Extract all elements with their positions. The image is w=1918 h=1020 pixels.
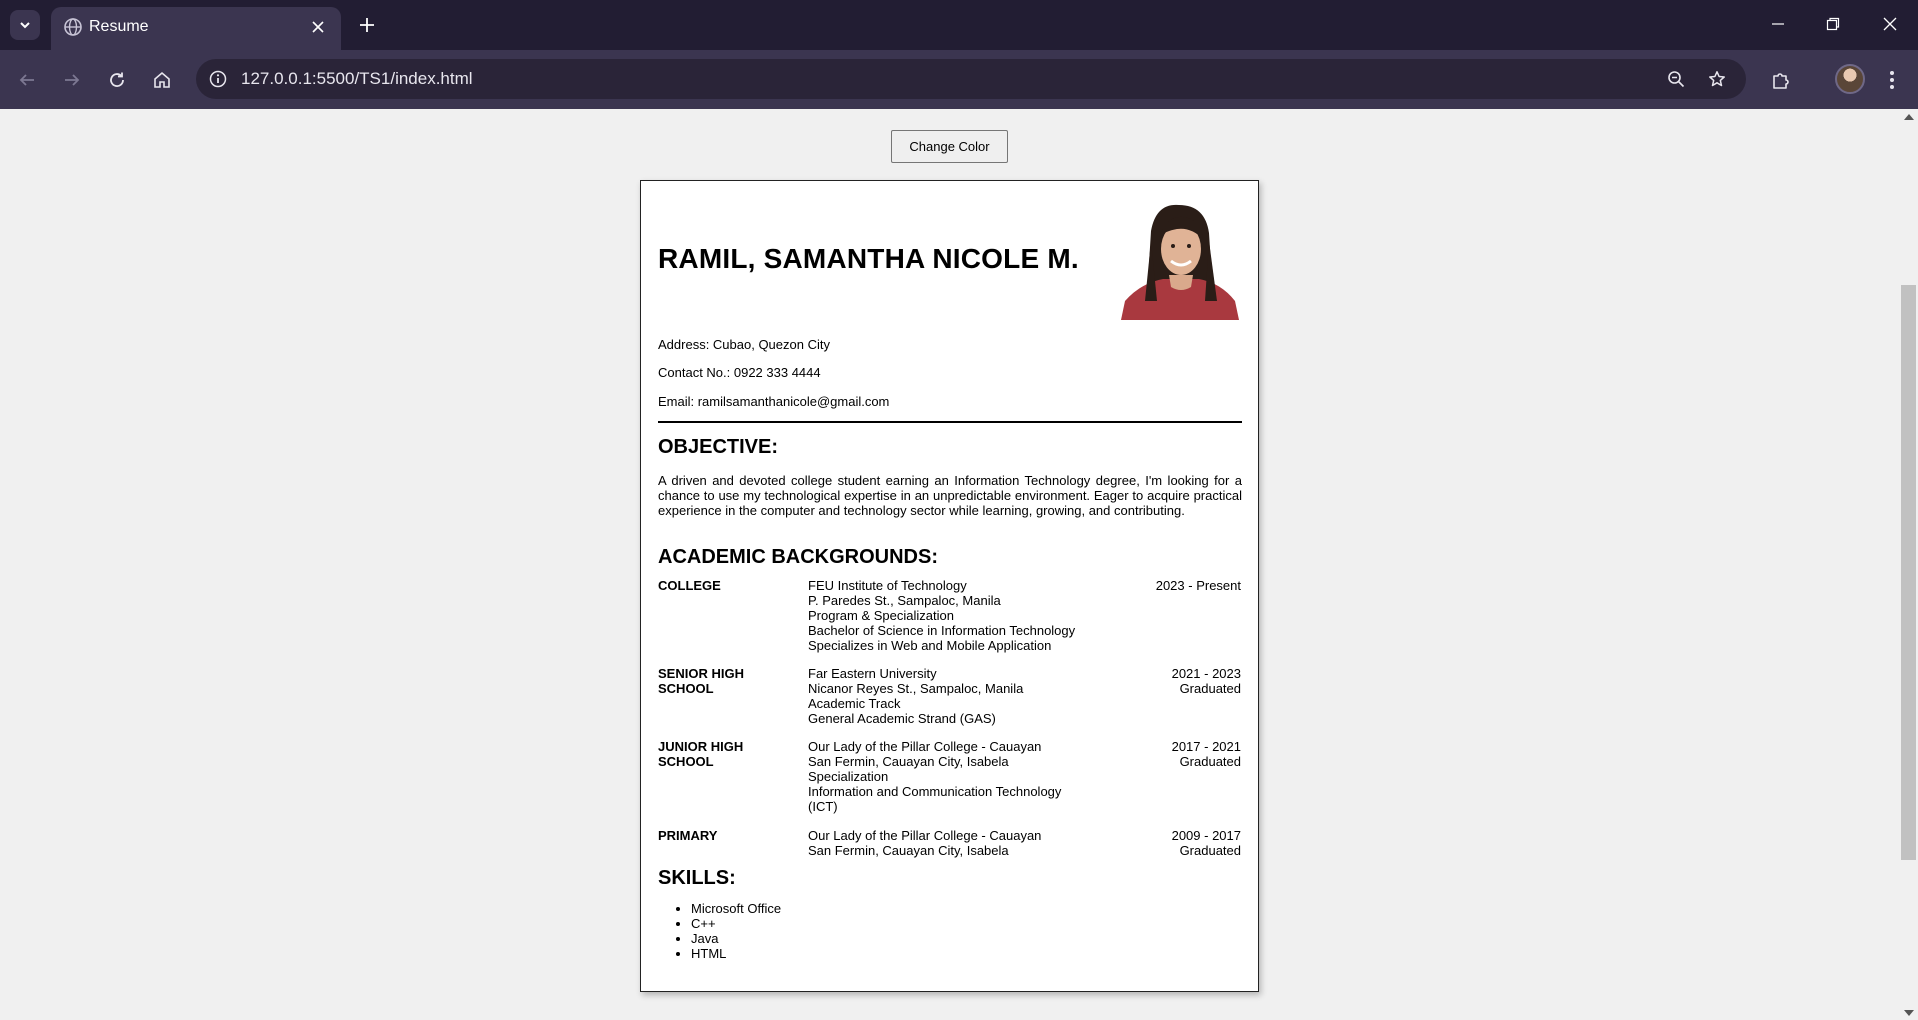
home-icon <box>154 71 170 88</box>
education-date-line: 2021 - 2023 <box>1171 666 1241 681</box>
scroll-down-arrow[interactable] <box>1904 1010 1914 1016</box>
skills-list: Microsoft Office C++ Java HTML <box>691 901 781 961</box>
education-date: 2017 - 2021 Graduated <box>1172 739 1241 769</box>
education-detail-line: P. Paredes St., Sampaloc, Manila <box>808 593 1001 608</box>
education-details: Our Lady of the Pillar College - Cauayan… <box>808 739 1078 814</box>
education-date: 2009 - 2017 Graduated <box>1172 828 1241 858</box>
education-date: 2021 - 2023 Graduated <box>1172 666 1241 696</box>
arrow-left-icon <box>19 74 34 86</box>
education-date-line: 2009 - 2017 <box>1171 828 1241 843</box>
zoom-out-icon[interactable] <box>1664 67 1688 91</box>
education-detail-line: Nicanor Reyes St., Sampaloc, Manila <box>808 681 1024 696</box>
address-bar[interactable]: 127.0.0.1:5500/TS1/index.html <box>196 59 1746 99</box>
education-detail-line: Specialization <box>808 769 889 784</box>
education-date: 2023 - Present <box>1156 578 1241 593</box>
arrow-right-icon <box>65 74 80 86</box>
extensions-button[interactable] <box>1765 64 1797 96</box>
skills-heading: SKILLS: <box>658 867 736 889</box>
restore-button[interactable] <box>1805 0 1861 48</box>
contact-number-text: Contact No.: 0922 333 4444 <box>658 365 821 380</box>
education-details: Our Lady of the Pillar College - Cauayan… <box>808 828 1098 858</box>
minimize-icon <box>1772 23 1784 25</box>
education-level: JUNIOR HIGH SCHOOL <box>658 739 744 769</box>
chevron-down-icon <box>20 22 30 29</box>
skill-item: HTML <box>691 946 781 961</box>
tab-search-button[interactable] <box>10 10 40 40</box>
skill-item: Microsoft Office <box>691 901 781 916</box>
education-detail-line: General Academic Strand (GAS) <box>808 711 996 726</box>
reload-button[interactable] <box>101 64 133 96</box>
education-detail-line: Our Lady of the Pillar College - Cauayan <box>808 828 1042 843</box>
restore-icon <box>1826 17 1840 31</box>
profile-photo <box>1121 201 1241 320</box>
education-detail-line: Specializes in Web and Mobile Applicatio… <box>808 638 1052 653</box>
academic-heading: ACADEMIC BACKGROUNDS: <box>658 546 938 568</box>
education-detail-line: Far Eastern University <box>808 666 937 681</box>
education-details: FEU Institute of Technology P. Paredes S… <box>808 578 1098 653</box>
resume-card: RAMIL, SAMANTHA NICOLE M. Address: Cubao… <box>640 180 1259 992</box>
home-button[interactable] <box>146 64 178 96</box>
tab-close-button[interactable] <box>307 16 329 38</box>
scroll-up-arrow[interactable] <box>1904 114 1914 120</box>
reload-icon <box>110 72 124 87</box>
back-button[interactable] <box>11 64 43 96</box>
education-detail-line: Academic Track <box>808 696 901 711</box>
education-detail-line: Program & Specialization <box>808 608 954 623</box>
objective-heading: OBJECTIVE: <box>658 436 779 458</box>
puzzle-icon <box>1773 73 1789 89</box>
page-viewport: Change Color RAMIL, SAMANTHA NICOLE M. A… <box>0 109 1918 1020</box>
star-icon[interactable] <box>1705 67 1729 91</box>
info-icon[interactable] <box>206 67 230 91</box>
education-detail-line: Information and Communication Technology… <box>808 784 1062 814</box>
education-details: Far Eastern University Nicanor Reyes St.… <box>808 666 1098 726</box>
page-scrollbar[interactable] <box>1899 109 1918 1020</box>
education-detail-line: San Fermin, Cauayan City, Isabela <box>808 843 1009 858</box>
plus-icon <box>360 18 374 32</box>
scroll-thumb[interactable] <box>1901 285 1916 860</box>
kebab-menu-icon <box>1890 71 1894 89</box>
education-date-line: Graduated <box>1179 681 1241 696</box>
education-level: SENIOR HIGH SCHOOL <box>658 666 744 696</box>
education-detail-line: FEU Institute of Technology <box>808 578 967 593</box>
browser-tab-bar: Resume <box>0 0 1918 50</box>
education-date-line: Graduated <box>1179 843 1241 858</box>
education-level: PRIMARY <box>658 828 718 843</box>
skill-item: C++ <box>691 916 781 931</box>
browser-menu-button[interactable] <box>1878 64 1906 96</box>
tab-title: Resume <box>89 18 149 35</box>
tab-resume[interactable]: Resume <box>51 7 341 50</box>
education-level: COLLEGE <box>658 578 721 593</box>
email-text: Email: ramilsamanthanicole@gmail.com <box>658 394 890 409</box>
globe-icon <box>64 18 82 36</box>
objective-text: A driven and devoted college student ear… <box>658 473 1242 518</box>
education-detail-line: Our Lady of the Pillar College - Cauayan <box>808 739 1042 754</box>
education-detail-line: Bachelor of Science in Information Techn… <box>808 623 1076 638</box>
forward-button[interactable] <box>56 64 88 96</box>
address-text: Address: Cubao, Quezon City <box>658 337 830 352</box>
skill-item: Java <box>691 931 781 946</box>
profile-avatar[interactable] <box>1835 64 1865 94</box>
education-detail-line: San Fermin, Cauayan City, Isabela <box>808 754 1009 769</box>
change-color-button[interactable]: Change Color <box>891 130 1008 163</box>
education-date-line: 2017 - 2021 <box>1171 739 1241 754</box>
header-divider <box>658 421 1242 423</box>
resume-name: RAMIL, SAMANTHA NICOLE M. <box>658 243 1079 274</box>
new-tab-button[interactable] <box>353 11 381 39</box>
close-window-button[interactable] <box>1862 0 1918 48</box>
education-date-line: Graduated <box>1179 754 1241 769</box>
browser-toolbar: 127.0.0.1:5500/TS1/index.html <box>0 50 1918 109</box>
close-icon <box>1883 17 1897 31</box>
minimize-button[interactable] <box>1750 0 1806 48</box>
education-date-line: 2023 - Present <box>1155 578 1241 593</box>
close-icon <box>312 21 324 33</box>
url-text[interactable]: 127.0.0.1:5500/TS1/index.html <box>241 69 473 89</box>
